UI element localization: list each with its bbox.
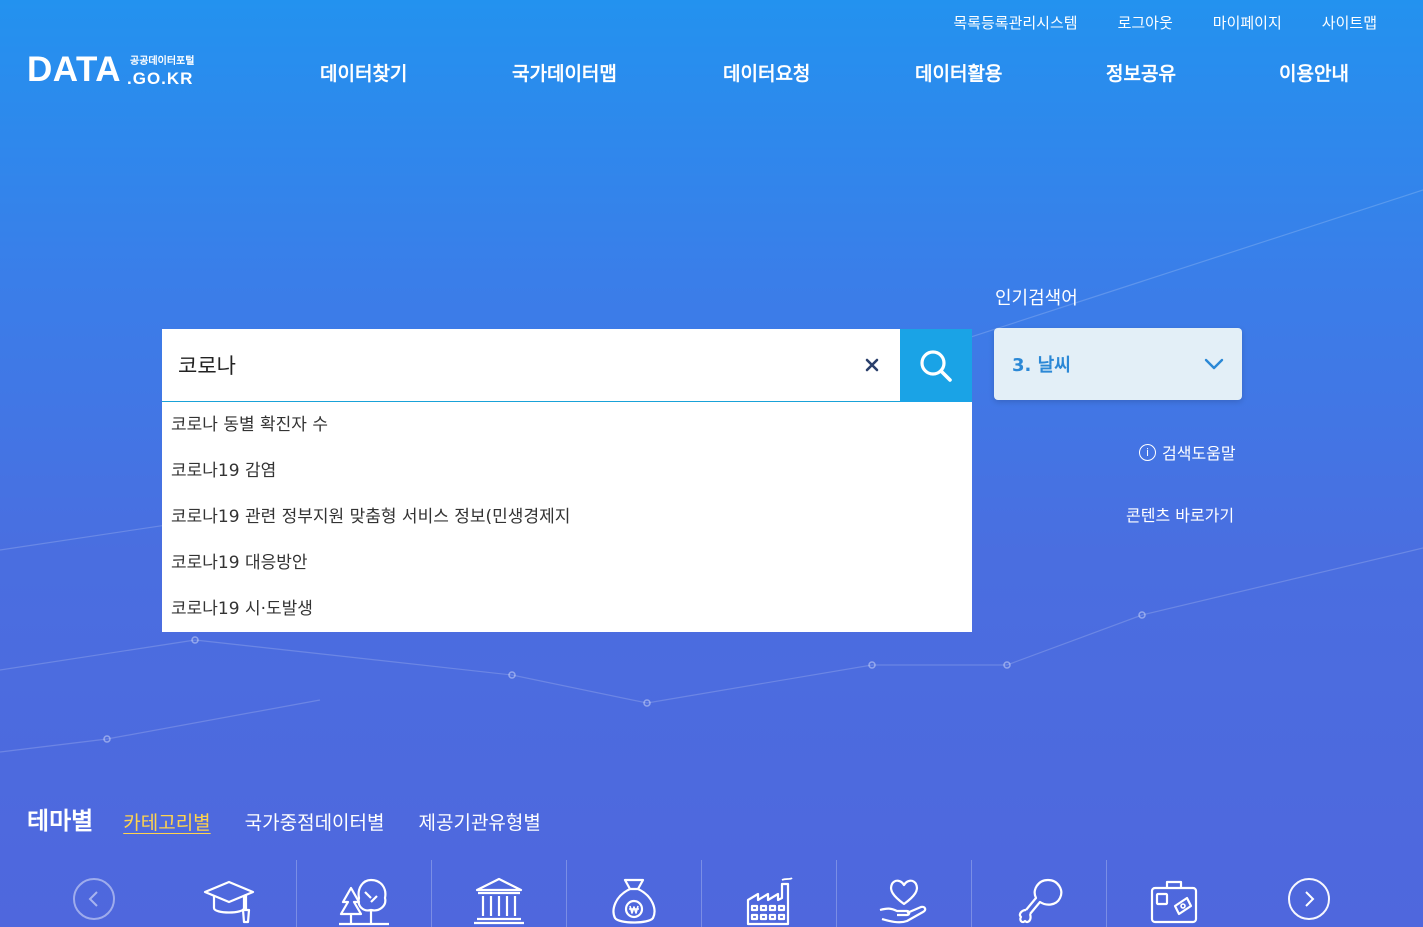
factory-icon (746, 877, 793, 926)
tab-category[interactable]: 카테고리별 (123, 808, 210, 835)
chicken-leg-icon (1018, 878, 1063, 924)
nav-info-share[interactable]: 정보공유 (1106, 59, 1176, 86)
category-carousel (0, 860, 1423, 927)
category-public-admin[interactable] (431, 860, 566, 927)
nav-usage-guide[interactable]: 이용안내 (1279, 59, 1349, 86)
nav-data-usage[interactable]: 데이터활용 (915, 59, 1002, 86)
category-finance[interactable] (566, 860, 701, 927)
travel-bag-icon (1150, 880, 1198, 924)
category-welfare[interactable] (836, 860, 971, 927)
suggestion-item[interactable]: 코로나19 관련 정부지원 맞춤형 서비스 정보(민생경제지 (162, 494, 972, 540)
popular-keyword-current: 3. 날씨 (1012, 355, 1071, 376)
carousel-next-button[interactable] (1288, 878, 1330, 920)
search-bar (162, 329, 972, 402)
logo-domain-text: .GO.KR (127, 69, 194, 88)
category-environment[interactable] (296, 860, 431, 927)
heart-hand-icon (879, 879, 927, 924)
nav-national-data-map[interactable]: 국가데이터맵 (512, 59, 617, 86)
theme-tabs: 테마별 카테고리별 국가중점데이터별 제공기관유형별 (27, 801, 575, 836)
content-shortcut-link[interactable]: 콘텐츠 바로가기 (1126, 502, 1234, 526)
search-input[interactable] (162, 329, 900, 402)
category-industry[interactable] (701, 860, 836, 927)
util-link-catalog-system[interactable]: 목록등록관리시스템 (953, 12, 1077, 33)
tab-provider-type[interactable]: 제공기관유형별 (419, 808, 541, 835)
nav-data-request[interactable]: 데이터요청 (723, 59, 810, 86)
close-icon (865, 358, 879, 372)
chevron-down-icon (1204, 358, 1224, 370)
carousel-prev-button[interactable] (73, 878, 115, 920)
logo-side: 공공데이터포털 .GO.KR (127, 56, 195, 88)
search-icon (920, 349, 952, 382)
nav-data-search[interactable]: 데이터찾기 (320, 59, 407, 86)
popular-keywords-dropdown[interactable]: 3. 날씨 (994, 328, 1242, 400)
government-building-icon (474, 877, 524, 925)
suggestion-item[interactable]: 코로나19 감염 (162, 448, 972, 494)
trees-icon (339, 878, 389, 926)
theme-title: 테마별 (27, 807, 94, 835)
util-link-mypage[interactable]: 마이페이지 (1213, 12, 1282, 33)
category-education[interactable] (161, 860, 296, 927)
logo-sub-text: 공공데이터포털 (130, 56, 195, 67)
clear-search-button[interactable] (858, 351, 886, 379)
tab-national-key-data[interactable]: 국가중점데이터별 (245, 808, 385, 835)
category-food[interactable] (971, 860, 1106, 927)
suggestion-item[interactable]: 코로나19 시·도발생 (162, 586, 972, 632)
search-help-label: 검색도움말 (1162, 444, 1236, 463)
util-link-sitemap[interactable]: 사이트맵 (1322, 12, 1377, 33)
money-bag-icon (612, 878, 656, 924)
chevron-right-icon (1305, 891, 1315, 907)
utility-nav: 목록등록관리시스템 로그아웃 마이페이지 사이트맵 (913, 12, 1377, 33)
chevron-left-icon (88, 891, 98, 907)
suggestion-item[interactable]: 코로나19 대응방안 (162, 540, 972, 586)
search-button[interactable] (900, 329, 972, 402)
search-help-link[interactable]: i 검색도움말 (1139, 440, 1236, 464)
suggestion-item[interactable]: 코로나 동별 확진자 수 (162, 402, 972, 448)
graduation-cap-icon (203, 880, 254, 924)
search-suggestions: 코로나 동별 확진자 수 코로나19 감염 코로나19 관련 정부지원 맞춤형 … (162, 402, 972, 632)
util-link-logout[interactable]: 로그아웃 (1118, 12, 1173, 33)
popular-keywords-label: 인기검색어 (995, 288, 1078, 309)
logo-main-text: DATA (27, 50, 122, 89)
site-logo[interactable]: DATA 공공데이터포털 .GO.KR (27, 52, 194, 87)
info-icon: i (1139, 443, 1156, 461)
category-culture-tourism[interactable] (1106, 860, 1241, 927)
